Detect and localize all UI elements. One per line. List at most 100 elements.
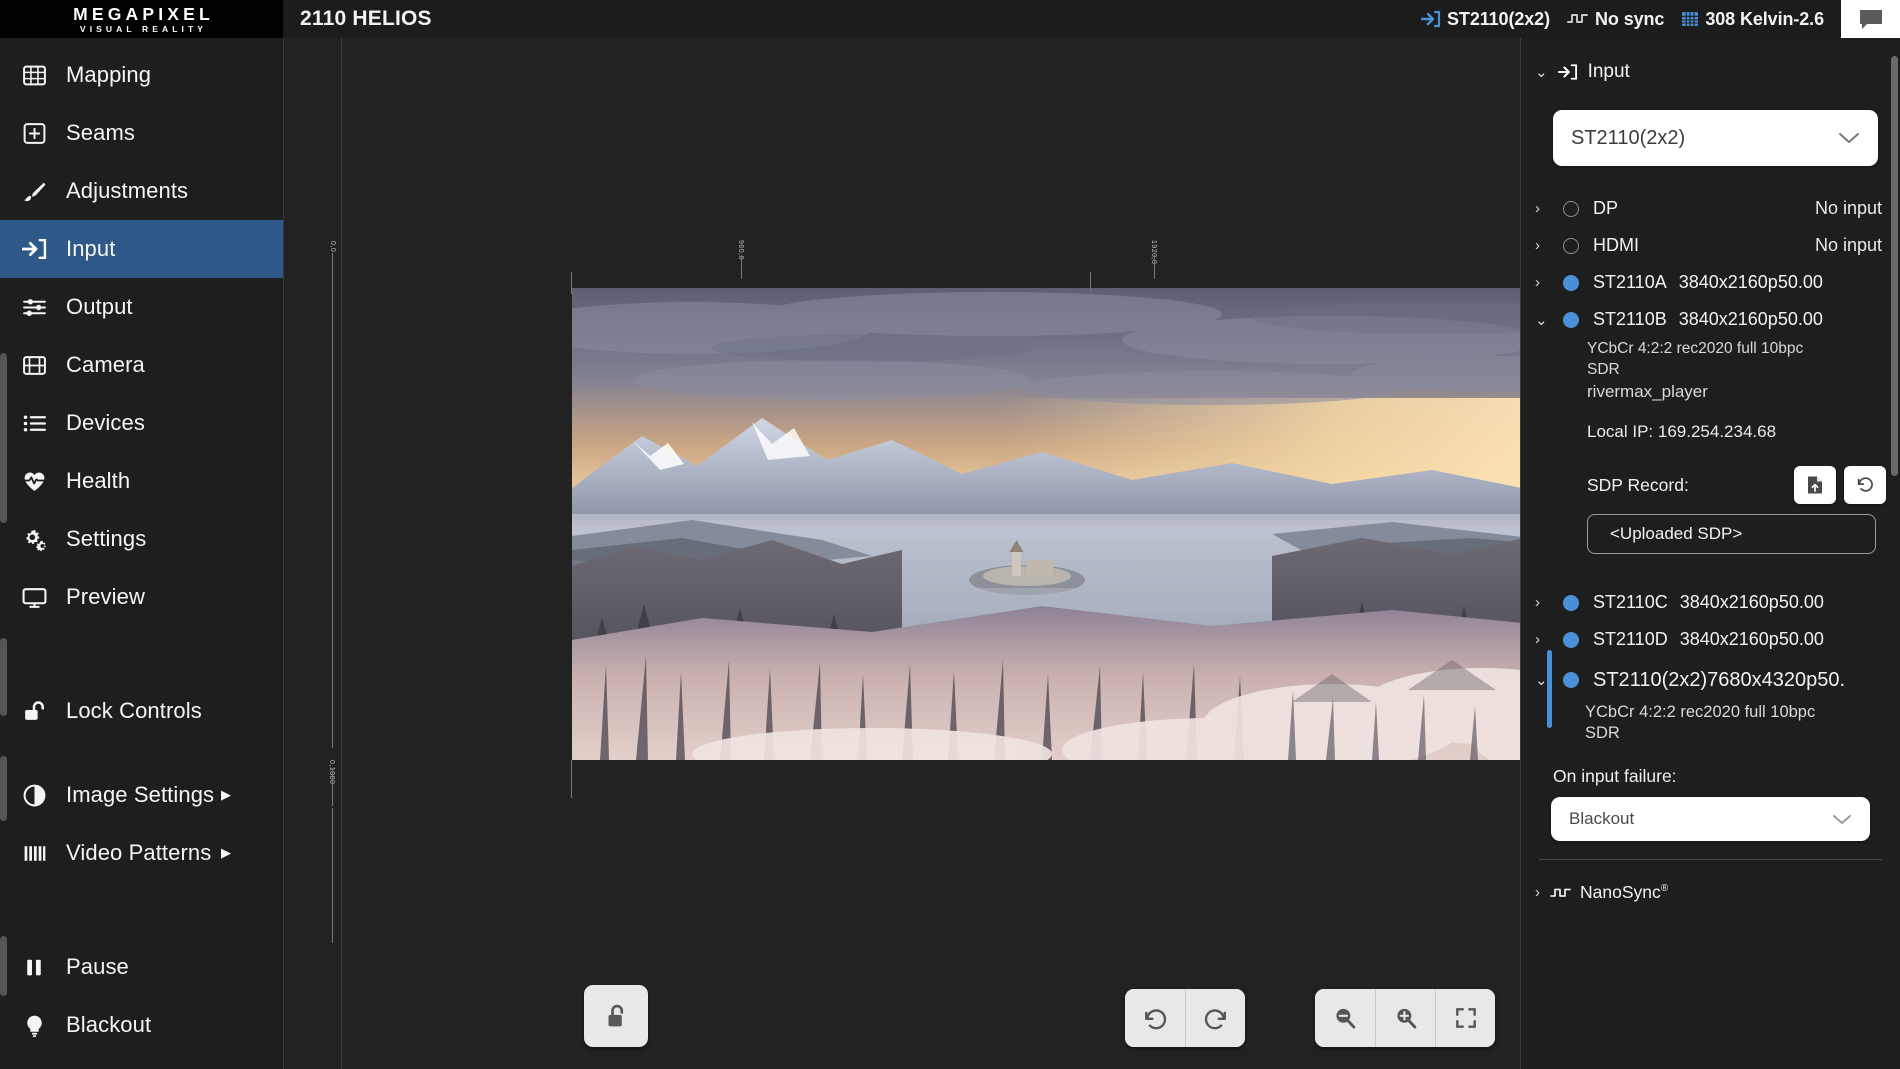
zoom-out-button[interactable] <box>1315 989 1375 1047</box>
sidebar-item-adjustments[interactable]: Adjustments <box>0 162 283 220</box>
redo-icon <box>1202 1004 1230 1032</box>
input-arrow-icon <box>1558 63 1578 81</box>
top-bar-status-group: ST2110(2x2) No sync 308 Kelvin-2.6 <box>1421 0 1900 38</box>
on-input-failure-select[interactable]: Blackout <box>1551 797 1870 841</box>
on-input-failure-value: Blackout <box>1569 809 1832 829</box>
input-resolution: 3840x2160p50.00 <box>1680 592 1824 613</box>
sdp-record-field[interactable]: <Uploaded SDP> <box>1587 514 1876 554</box>
redo-button[interactable] <box>1185 989 1245 1047</box>
input-name: ST2110C <box>1593 592 1668 613</box>
chevron-down-icon <box>1832 813 1852 826</box>
status-dot <box>1563 672 1579 688</box>
sidebar-spacer <box>0 626 283 682</box>
chevron-right-icon: › <box>1535 884 1540 901</box>
chevron-down-icon: ⌄ <box>1535 63 1548 81</box>
grid-blue-icon <box>1681 10 1699 28</box>
sidebar-item-camera[interactable]: Camera <box>0 336 283 394</box>
input-row-st2110a[interactable]: › ST2110A 3840x2160p50.00 <box>1521 264 1900 301</box>
registered-mark: ® <box>1661 883 1668 894</box>
input-source-value: ST2110(2x2) <box>1571 127 1838 150</box>
nanosync-section[interactable]: › NanoSync® <box>1521 882 1900 903</box>
chat-bubble-icon <box>1858 7 1884 31</box>
status-dot <box>1563 312 1579 328</box>
input-row-hdmi[interactable]: › HDMI No input <box>1521 227 1900 264</box>
input-resolution: 3840x2160p50.00 <box>1680 629 1824 650</box>
sidebar-item-pause[interactable]: Pause <box>0 938 283 996</box>
pause-icon <box>22 955 52 980</box>
sidebar-label: Seams <box>66 120 135 146</box>
chevron-right-icon: › <box>1535 237 1557 254</box>
sidebar-item-input[interactable]: Input <box>0 220 283 278</box>
sidebar-label: Settings <box>66 526 146 552</box>
unlock-icon <box>602 1001 630 1031</box>
status-input-label: ST2110(2x2) <box>1447 9 1550 30</box>
input-row-dp[interactable]: › DP No input <box>1521 190 1900 227</box>
brush-icon <box>22 179 52 204</box>
canvas-marker-top-left: 0,0 <box>329 241 336 252</box>
composite-format-line1: YCbCr 4:2:2 rec2020 full 10bpc <box>1521 702 1900 723</box>
sidebar-label: Input <box>66 236 115 262</box>
chevron-right-icon: › <box>1535 274 1557 291</box>
sidebar-scroll-thumb-d[interactable] <box>0 936 7 996</box>
input-row-st2110c[interactable]: › ST2110C 3840x2160p50.00 <box>1521 584 1900 621</box>
canvas-area[interactable]: 0,0 960,0 1920,0 0,1080 <box>283 38 1520 1069</box>
input-source-select[interactable]: ST2110(2x2) <box>1553 110 1878 166</box>
sidebar-item-preview[interactable]: Preview <box>0 568 283 626</box>
grid-icon <box>22 63 52 88</box>
canvas-guide-bottom-left <box>332 843 333 943</box>
stage-edge-mid <box>1090 272 1091 292</box>
input-row-st2110b[interactable]: ⌄ ST2110B 3840x2160p50.00 <box>1521 301 1900 338</box>
fit-screen-button[interactable] <box>1435 989 1495 1047</box>
sidebar-spacer <box>0 740 283 766</box>
status-device[interactable]: 308 Kelvin-2.6 <box>1681 9 1824 30</box>
sidebar-item-settings[interactable]: Settings <box>0 510 283 568</box>
revert-icon <box>1855 475 1875 495</box>
sidebar-scroll-thumb-a[interactable] <box>0 353 7 523</box>
monitor-icon <box>22 585 52 610</box>
status-input-source[interactable]: ST2110(2x2) <box>1421 9 1550 30</box>
sidebar-item-mapping[interactable]: Mapping <box>0 46 283 104</box>
sync-wave-icon <box>1550 886 1572 900</box>
input-name: ST2110(2x2)7680x4320p50. <box>1593 669 1845 692</box>
chat-button[interactable] <box>1841 0 1900 38</box>
composite-format-line2: SDR <box>1521 723 1900 744</box>
list-icon <box>22 411 52 436</box>
canvas-lock-button[interactable] <box>584 985 648 1047</box>
sidebar-scroll-thumb-b[interactable] <box>0 638 7 716</box>
st2110b-source: rivermax_player <box>1521 380 1900 404</box>
sidebar-item-lock-controls[interactable]: Lock Controls <box>0 682 283 740</box>
sidebar-scroll-thumb-c[interactable] <box>0 756 7 821</box>
film-icon <box>22 353 52 378</box>
sidebar-item-image-settings[interactable]: Image Settings ▶ <box>0 766 283 824</box>
sdp-upload-button[interactable] <box>1794 466 1836 504</box>
chevron-down-icon: ⌄ <box>1535 311 1557 329</box>
sidebar-item-health[interactable]: Health <box>0 452 283 510</box>
chevron-down-icon <box>1838 131 1860 145</box>
stage-preview[interactable] <box>572 288 1520 760</box>
input-arrow-icon <box>22 237 52 261</box>
sidebar-label: Blackout <box>66 1012 151 1038</box>
zoom-in-button[interactable] <box>1375 989 1435 1047</box>
preview-image <box>572 288 1520 760</box>
input-row-st2110d[interactable]: › ST2110D 3840x2160p50.00 <box>1521 621 1900 658</box>
sidebar-label: Devices <box>66 410 145 436</box>
st2110b-format-line1: YCbCr 4:2:2 rec2020 full 10bpc <box>1521 338 1900 359</box>
status-sync[interactable]: No sync <box>1567 9 1664 30</box>
input-row-st2110-composite[interactable]: ⌄ ST2110(2x2)7680x4320p50. <box>1521 658 1900 702</box>
sidebar-item-devices[interactable]: Devices <box>0 394 283 452</box>
sidebar-item-video-patterns[interactable]: Video Patterns ▶ <box>0 824 283 882</box>
history-toolbar <box>1125 989 1245 1047</box>
st2110b-format-line2: SDR <box>1521 359 1900 380</box>
sidebar-item-seams[interactable]: Seams <box>0 104 283 162</box>
status-dot <box>1563 595 1579 611</box>
nanosync-text: NanoSync <box>1580 882 1661 902</box>
sliders-icon <box>22 295 52 320</box>
fit-screen-icon <box>1453 1005 1479 1031</box>
sidebar-item-blackout[interactable]: Blackout <box>0 996 283 1054</box>
undo-button[interactable] <box>1125 989 1185 1047</box>
panel-divider <box>1539 859 1882 860</box>
input-panel-header[interactable]: ⌄ Input <box>1521 56 1900 88</box>
right-panel-scroll-thumb[interactable] <box>1891 56 1898 476</box>
sidebar-item-output[interactable]: Output <box>0 278 283 336</box>
sdp-reset-button[interactable] <box>1844 466 1886 504</box>
